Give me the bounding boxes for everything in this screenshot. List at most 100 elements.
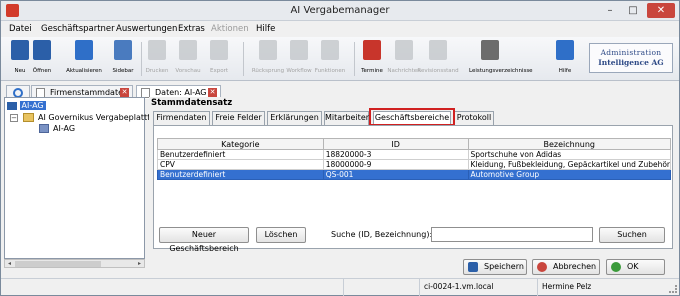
toolbar-button-revisionsstand[interactable]: Revisionsstand bbox=[417, 40, 459, 78]
cell-id: QS-001 bbox=[322, 169, 469, 180]
panel-title: Stammdatensatz bbox=[151, 98, 233, 108]
tab-content: Kategorie ID Bezeichnung Benutzerdefinie… bbox=[153, 125, 673, 253]
status-user: Hermine Pelz bbox=[537, 279, 677, 296]
tab-protokoll[interactable]: Protokoll bbox=[454, 111, 494, 125]
cell-id: 18820000-3 bbox=[322, 149, 469, 160]
close-tab-icon[interactable]: ✕ bbox=[120, 88, 129, 97]
app-window: AI Vergabemanager – □ ✕ Datei Geschäftsp… bbox=[0, 0, 680, 296]
building-icon bbox=[39, 124, 49, 133]
company-icon bbox=[7, 101, 17, 110]
tree-item-company[interactable]: AI-AG bbox=[53, 124, 75, 133]
refresh-icon bbox=[75, 40, 93, 60]
save-label: Speichern bbox=[484, 262, 524, 271]
search-input[interactable] bbox=[431, 227, 593, 242]
ok-button[interactable]: OK bbox=[606, 259, 665, 275]
export-icon bbox=[210, 40, 228, 60]
search-label: Suche (ID, Bezeichnung): bbox=[331, 230, 433, 239]
cell-kategorie: Benutzerdefiniert bbox=[157, 149, 324, 160]
close-icon[interactable]: ✕ bbox=[647, 3, 675, 18]
save-icon bbox=[468, 262, 478, 272]
maximize-icon[interactable]: □ bbox=[622, 3, 644, 18]
toolbar-button-leistungsverzeichnisse[interactable]: Leistungsverzeichnisse bbox=[469, 40, 533, 78]
catalog-icon bbox=[481, 40, 499, 60]
toolbar-button-rücksprung[interactable]: Rücksprung bbox=[252, 40, 284, 78]
resize-grip[interactable] bbox=[669, 285, 677, 293]
cell-bezeichnung: Kleidung, Fußbekleidung, Gepäckartikel u… bbox=[467, 159, 671, 170]
toolbar-button-export[interactable]: Export bbox=[208, 40, 230, 78]
open-user-icon bbox=[33, 40, 51, 60]
menu-auswertungen[interactable]: Auswertungen bbox=[116, 24, 177, 34]
tab-firmendaten[interactable]: Firmendaten bbox=[153, 111, 210, 125]
expand-icon[interactable]: − bbox=[10, 114, 18, 122]
toolbar-button-label: Öffnen bbox=[32, 68, 52, 74]
toolbar-button-öffnen[interactable]: Öffnen bbox=[31, 40, 53, 78]
menu-extras[interactable]: Extras bbox=[178, 24, 205, 34]
column-header-kategorie[interactable]: Kategorie bbox=[157, 138, 324, 150]
check-icon bbox=[611, 262, 621, 272]
close-tab-icon[interactable]: ✕ bbox=[208, 88, 217, 97]
help-icon bbox=[556, 40, 574, 60]
toolbar-button-vorschau[interactable]: Vorschau bbox=[175, 40, 201, 78]
back-icon bbox=[259, 40, 277, 60]
revision-icon bbox=[429, 40, 447, 60]
folder-icon bbox=[23, 113, 34, 122]
save-button[interactable]: Speichern bbox=[463, 259, 527, 275]
menu-hilfe[interactable]: Hilfe bbox=[256, 24, 275, 34]
workflow-icon bbox=[290, 40, 308, 60]
toolbar-button-hilfe[interactable]: Hilfe bbox=[554, 40, 576, 78]
toolbar-button-label: Aktualisieren bbox=[66, 68, 102, 74]
scroll-right-icon[interactable]: ▸ bbox=[135, 260, 144, 267]
toolbar-button-termine[interactable]: Termine bbox=[361, 40, 383, 78]
delete-button[interactable]: Löschen bbox=[256, 227, 306, 243]
toolbar-button-nachrichten[interactable]: Nachrichten bbox=[387, 40, 421, 78]
tree-view: AI-AG − AI Governikus Vergabeplattf AI-A… bbox=[4, 97, 150, 259]
scroll-left-icon[interactable]: ◂ bbox=[5, 260, 14, 267]
toolbar-button-label: Export bbox=[209, 68, 228, 74]
column-header-bezeichnung[interactable]: Bezeichnung bbox=[467, 138, 671, 150]
cancel-icon bbox=[537, 262, 547, 272]
tree-horizontal-scrollbar[interactable]: ◂ ▸ bbox=[4, 259, 145, 268]
table-row[interactable]: Benutzerdefiniert 18820000-3 Sportschuhe… bbox=[157, 149, 671, 160]
title-bar: AI Vergabemanager – □ ✕ bbox=[1, 1, 679, 21]
toolbar-button-label: Leistungsverzeichnisse bbox=[469, 68, 533, 74]
status-cell-empty bbox=[343, 279, 419, 296]
toolbar-button-label: Funktionen bbox=[314, 68, 346, 74]
tree-item-platform[interactable]: AI Governikus Vergabeplattf bbox=[38, 113, 150, 122]
new-business-area-button[interactable]: Neuer Geschäftsbereich bbox=[159, 227, 249, 253]
business-area-table: Kategorie ID Bezeichnung Benutzerdefinie… bbox=[157, 138, 671, 180]
tree-item-root[interactable]: AI-AG bbox=[7, 101, 46, 110]
cancel-label: Abbrechen bbox=[553, 262, 597, 271]
calendar-icon bbox=[363, 40, 381, 60]
cell-bezeichnung: Automotive Group bbox=[467, 169, 671, 180]
new-user-icon bbox=[11, 40, 29, 60]
messages-icon bbox=[395, 40, 413, 60]
table-row-selected[interactable]: Benutzerdefiniert QS-001 Automotive Grou… bbox=[157, 169, 671, 180]
tab-erklaerungen[interactable]: Erklärungen bbox=[267, 111, 322, 125]
scroll-thumb[interactable] bbox=[15, 261, 101, 267]
sidebar-icon bbox=[114, 40, 132, 60]
toolbar-button-label: Revisionsstand bbox=[417, 68, 459, 74]
cancel-button[interactable]: Abbrechen bbox=[532, 259, 600, 275]
toolbar-button-sidebar[interactable]: Sidebar bbox=[112, 40, 134, 78]
print-icon bbox=[148, 40, 166, 60]
tab-freie-felder[interactable]: Freie Felder bbox=[212, 111, 265, 125]
column-header-id[interactable]: ID bbox=[322, 138, 469, 150]
stammdatensatz-panel: Stammdatensatz Firmendaten Freie Felder … bbox=[149, 97, 677, 253]
cell-kategorie: CPV bbox=[157, 159, 324, 170]
menu-geschaeftspartner[interactable]: Geschäftspartner bbox=[41, 24, 115, 34]
doc-tab-label: Daten: AI-AG bbox=[155, 88, 207, 97]
toolbar-separator bbox=[243, 42, 244, 76]
tab-mitarbeiter[interactable]: Mitarbeiter bbox=[324, 111, 369, 125]
search-button[interactable]: Suchen bbox=[599, 227, 665, 243]
toolbar-button-aktualisieren[interactable]: Aktualisieren bbox=[66, 40, 102, 78]
toolbar-button-drucken[interactable]: Drucken bbox=[146, 40, 168, 78]
doc-tab-label: Firmenstammdaten bbox=[50, 88, 129, 97]
highlight-box bbox=[369, 108, 455, 126]
menu-datei[interactable]: Datei bbox=[9, 24, 32, 34]
minimize-icon[interactable]: – bbox=[599, 3, 621, 18]
table-row[interactable]: CPV 18000000-9 Kleidung, Fußbekleidung, … bbox=[157, 159, 671, 170]
toolbar-button-workflow[interactable]: Workflow bbox=[286, 40, 312, 78]
cell-id: 18000000-9 bbox=[322, 159, 469, 170]
toolbar-button-funktionen[interactable]: Funktionen bbox=[315, 40, 345, 78]
menu-aktionen[interactable]: Aktionen bbox=[211, 24, 249, 34]
